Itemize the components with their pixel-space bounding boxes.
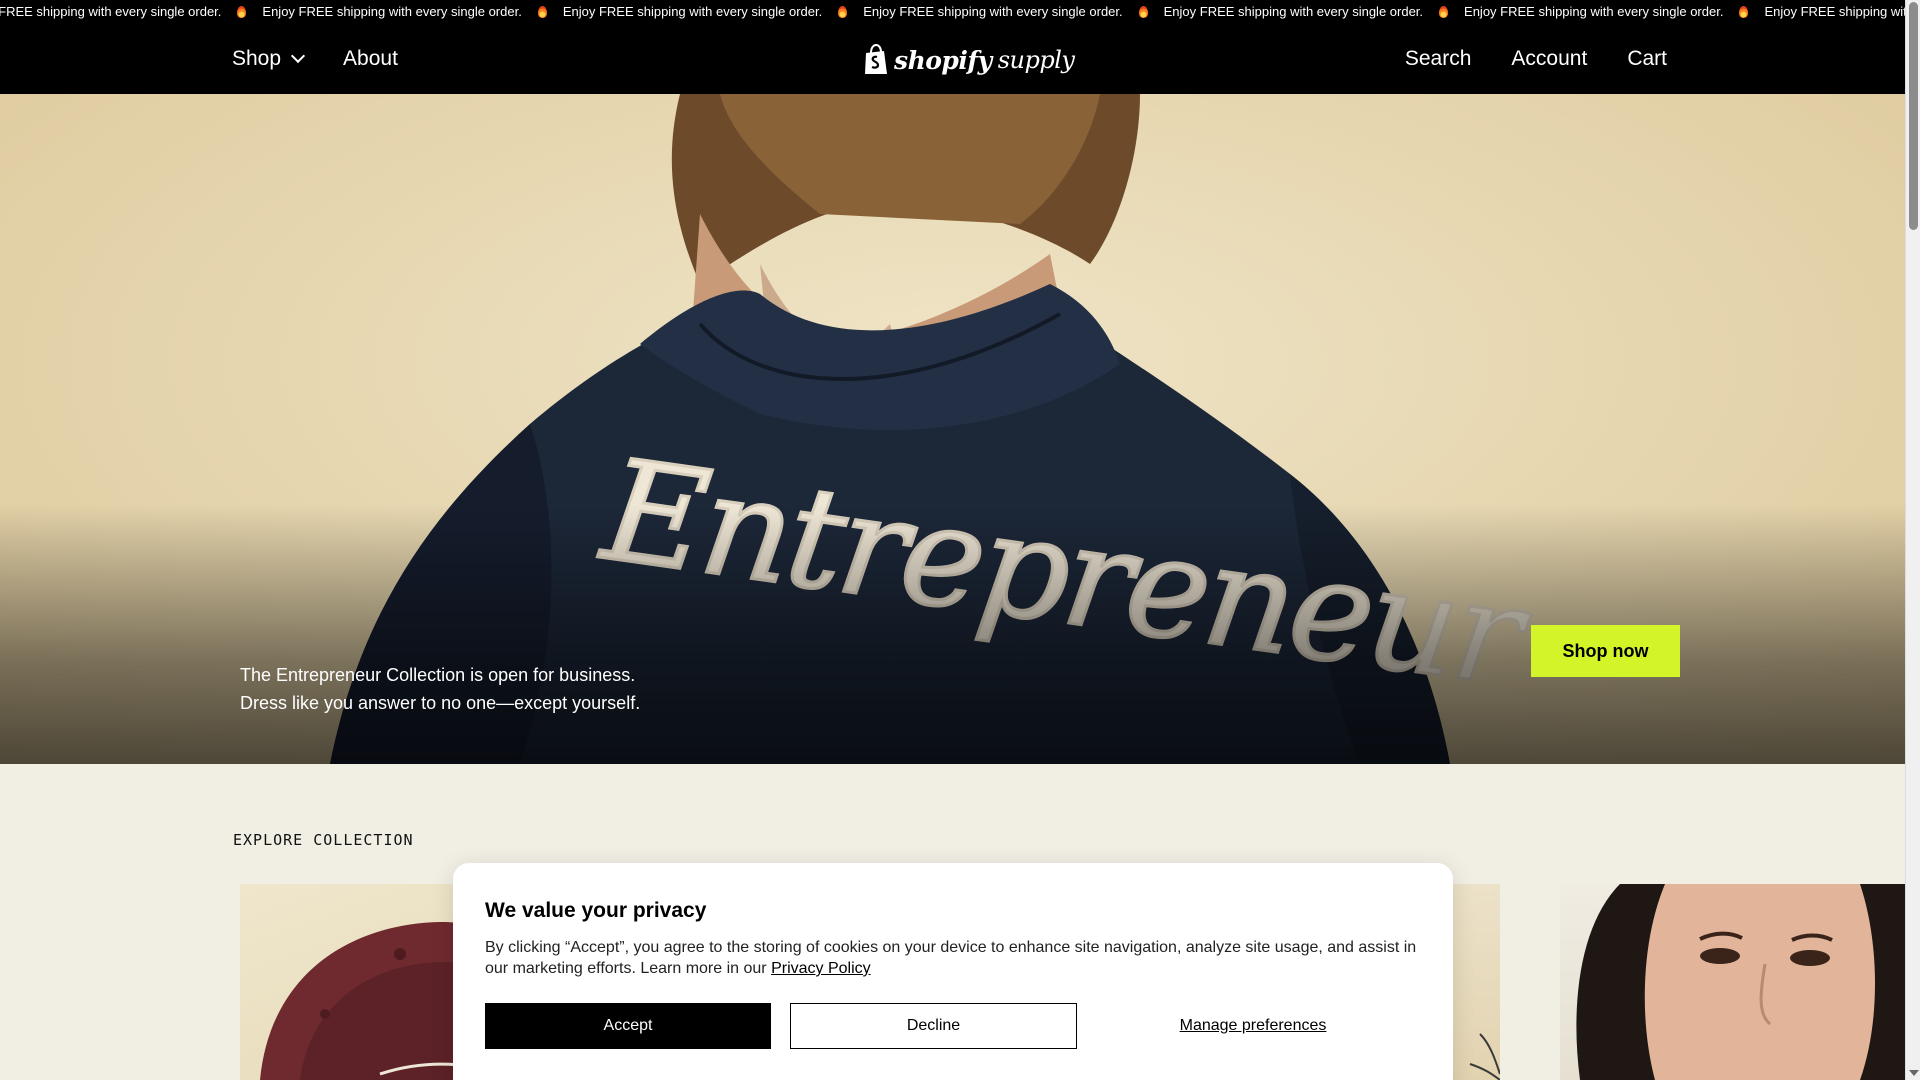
nav-right: Search Account Cart xyxy=(1405,24,1667,94)
fire-icon xyxy=(1739,5,1749,18)
nav-search[interactable]: Search xyxy=(1405,47,1472,71)
site-logo[interactable]: shopify supply xyxy=(862,40,1075,80)
scrollbar-thumb[interactable] xyxy=(1909,2,1918,230)
announcement-item: Enjoy FREE shipping with every single or… xyxy=(1764,4,1905,19)
fire-icon xyxy=(1138,5,1148,18)
privacy-body-text: By clicking “Accept”, you agree to the s… xyxy=(485,939,1417,977)
announcement-text: Enjoy FREE shipping with every single or… xyxy=(863,4,1123,19)
logo-word-shopify: shopify xyxy=(894,45,992,75)
privacy-title: We value your privacy xyxy=(485,899,707,922)
announcement-item: Enjoy FREE shipping with every single or… xyxy=(1464,4,1749,19)
collection-card-portrait[interactable] xyxy=(1560,884,1905,1080)
hero-caption-line-2: Dress like you answer to no one—except y… xyxy=(240,693,641,713)
nav-about[interactable]: About xyxy=(343,47,398,71)
announcement-item: Enjoy FREE shipping with every single or… xyxy=(1163,4,1449,19)
accept-button[interactable]: Accept xyxy=(485,1003,771,1049)
announcement-item: Enjoy FREE shipping with every single or… xyxy=(562,4,848,19)
announcement-item: Enjoy FREE shipping with every single or… xyxy=(262,4,547,19)
explore-collection-heading: EXPLORE COLLECTION xyxy=(233,831,414,849)
announcement-text: Enjoy FREE shipping with every single or… xyxy=(1464,4,1724,19)
nav-shop[interactable]: Shop xyxy=(232,47,306,71)
announcement-item: Enjoy FREE shipping with every single or… xyxy=(0,4,247,19)
announcement-text: Enjoy FREE shipping with every single or… xyxy=(0,4,222,19)
fire-icon xyxy=(237,5,247,18)
scroll-down-arrow-icon[interactable] xyxy=(1909,1070,1919,1076)
nav-account[interactable]: Account xyxy=(1511,47,1587,71)
logo-word-supply: supply xyxy=(997,46,1075,74)
announcement-text: Enjoy FREE shipping with every single or… xyxy=(562,4,823,19)
privacy-text: By clicking “Accept”, you agree to the s… xyxy=(485,937,1425,979)
nav-left: Shop About xyxy=(232,24,398,94)
nav-cart[interactable]: Cart xyxy=(1627,47,1667,71)
announcement-text: Enjoy FREE shipping with every single or… xyxy=(1764,4,1905,19)
fire-icon xyxy=(838,5,848,18)
portrait-image xyxy=(1576,884,1905,1080)
decline-button[interactable]: Decline xyxy=(790,1003,1077,1049)
announcement-text: Enjoy FREE shipping with every single or… xyxy=(262,4,522,19)
fire-icon xyxy=(1439,5,1449,18)
manage-preferences-link[interactable]: Manage preferences xyxy=(1098,1003,1408,1049)
site-header: Shop About shopify supply Search Account… xyxy=(0,24,1905,94)
shopping-bag-icon xyxy=(865,44,887,74)
hero-caption-line-1: The Entrepreneur Collection is open for … xyxy=(240,665,636,685)
hero-caption: The Entrepreneur Collection is open for … xyxy=(240,661,640,717)
announcement-item: Enjoy FREE shipping with every single or… xyxy=(863,4,1148,19)
privacy-policy-link[interactable]: Privacy Policy xyxy=(771,960,871,977)
chevron-down-icon xyxy=(290,48,306,64)
announcement-text: Enjoy FREE shipping with every single or… xyxy=(1163,4,1424,19)
fire-icon xyxy=(537,5,547,18)
announcement-bar: Enjoy FREE shipping with every single or… xyxy=(0,0,1905,24)
privacy-consent-modal: We value your privacy By clicking “Accep… xyxy=(453,863,1453,1080)
announcement-track: Enjoy FREE shipping with every single or… xyxy=(0,4,1905,19)
shop-now-button[interactable]: Shop now xyxy=(1531,625,1680,677)
hero-banner[interactable]: Entrepreneur The Entrepreneur Collection… xyxy=(0,94,1905,764)
page-scrollbar[interactable] xyxy=(1905,0,1920,1080)
nav-shop-label: Shop xyxy=(232,47,282,70)
